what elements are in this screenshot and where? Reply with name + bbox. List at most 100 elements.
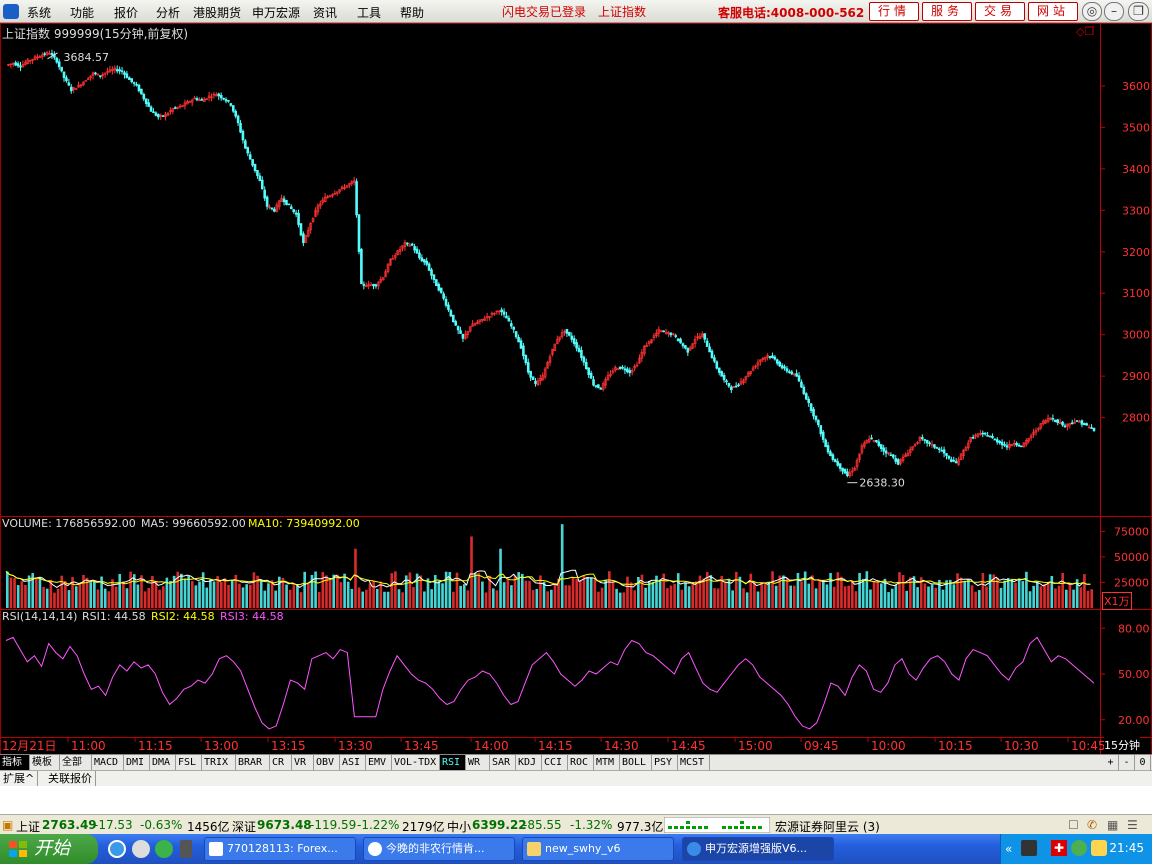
tray-network-icon[interactable]	[1071, 840, 1087, 856]
tab-expand[interactable]: 扩展^	[0, 771, 39, 786]
clock[interactable]: 21:45	[1109, 841, 1144, 855]
menu-quote[interactable]: 报价	[114, 4, 138, 21]
tab-macd[interactable]: MACD	[92, 755, 124, 770]
menu-news[interactable]: 资讯	[313, 4, 337, 21]
menu-tools[interactable]: 工具	[357, 4, 381, 21]
volume-bar	[437, 580, 441, 608]
tab--0[interactable]: 指标	[0, 755, 30, 770]
volume-bar	[426, 578, 430, 608]
candle-body	[425, 260, 428, 265]
nav-quote-button[interactable]: 行情	[869, 2, 919, 21]
tab-boll[interactable]: BOLL	[620, 755, 652, 770]
candle-body	[831, 454, 835, 460]
menu-function[interactable]: 功能	[70, 4, 94, 21]
tab-brar[interactable]: BRAR	[236, 755, 270, 770]
tab-control-remove[interactable]: -	[1119, 755, 1135, 770]
candle-body	[248, 154, 252, 160]
tab-kdj[interactable]: KDJ	[516, 755, 542, 770]
zx-name[interactable]: 中小	[447, 818, 471, 835]
volume-bar	[644, 587, 647, 608]
tab-control-reset[interactable]: 0	[1135, 755, 1151, 770]
tab-psy[interactable]: PSY	[652, 755, 678, 770]
options-icon[interactable]: ◎	[1082, 2, 1102, 21]
tab-obv[interactable]: OBV	[314, 755, 340, 770]
tab-fsl[interactable]: FSL	[176, 755, 202, 770]
tab-trix[interactable]: TRIX	[202, 755, 236, 770]
menu-icon[interactable]: ☰	[1127, 818, 1138, 832]
ie-icon[interactable]	[108, 840, 126, 858]
lock-icon[interactable]: ▦	[1107, 818, 1118, 832]
tab-roc[interactable]: ROC	[568, 755, 594, 770]
chart-canvas[interactable]: 3600 3500 3400 3300 3200 3100 3000 2900 2800 3684…	[0, 23, 1152, 755]
candle-body	[519, 340, 523, 349]
tab-emv[interactable]: EMV	[366, 755, 392, 770]
tab-vr[interactable]: VR	[292, 755, 314, 770]
sh-index-link[interactable]: 上证指数	[598, 3, 646, 20]
minimize-icon[interactable]: –	[1104, 2, 1124, 21]
task-folder[interactable]: new_swhy_v6	[522, 837, 674, 861]
chart-toggle-icon[interactable]: ◇❐	[1076, 25, 1094, 38]
tab-cr[interactable]: CR	[270, 755, 292, 770]
flash-trade-status[interactable]: 闪电交易已登录	[502, 3, 586, 20]
volume-bar	[887, 592, 890, 608]
candle-body	[950, 459, 953, 462]
tab-wr[interactable]: WR	[466, 755, 490, 770]
tab-rsi[interactable]: RSI	[440, 755, 466, 770]
volume-bar	[212, 581, 216, 608]
volume-bar	[890, 588, 894, 608]
tray-antivirus-icon[interactable]: ✚	[1051, 840, 1067, 856]
restore-icon[interactable]: ❐	[1128, 2, 1149, 21]
menu-analysis[interactable]: 分析	[156, 4, 180, 21]
tab-dmi[interactable]: DMI	[124, 755, 150, 770]
tray-shield-icon[interactable]	[1091, 840, 1107, 856]
candle-body	[299, 223, 303, 236]
nav-trade-button[interactable]: 交易	[975, 2, 1025, 21]
tab-cci[interactable]: CCI	[542, 755, 568, 770]
sh-name[interactable]: 上证	[16, 818, 40, 835]
tab-dma[interactable]: DMA	[150, 755, 176, 770]
tab-mcst[interactable]: MCST	[678, 755, 710, 770]
menu-system[interactable]: 系统	[27, 4, 51, 21]
nav-website-button[interactable]: 网站	[1028, 2, 1078, 21]
tray-monitor-icon[interactable]	[1021, 840, 1037, 856]
desktop-icon[interactable]	[132, 840, 150, 858]
browser-icon[interactable]	[155, 840, 173, 858]
volume-bar	[118, 573, 122, 608]
quick-launch-chevron-icon[interactable]	[180, 840, 192, 858]
tab-sar[interactable]: SAR	[490, 755, 516, 770]
signal-icon[interactable]: ✆	[1087, 818, 1097, 832]
menu-help[interactable]: 帮助	[400, 4, 424, 21]
volume-bar	[1006, 578, 1010, 608]
volume-bar	[796, 572, 800, 608]
candle-body	[626, 368, 629, 373]
task-forex[interactable]: 770128113: Forex...	[204, 837, 356, 861]
tab-mtm[interactable]: MTM	[594, 755, 620, 770]
tab-asi[interactable]: ASI	[340, 755, 366, 770]
chart-area[interactable]: 3600 3500 3400 3300 3200 3100 3000 2900 2800 3684…	[0, 23, 1152, 755]
menu-swhy[interactable]: 申万宏源	[252, 4, 300, 21]
tab-control-add[interactable]: +	[1103, 755, 1119, 770]
volume-bar	[673, 583, 676, 608]
note-icon[interactable]: ☐	[1068, 818, 1079, 832]
tab--2[interactable]: 全部	[60, 755, 92, 770]
candle-body	[684, 345, 687, 349]
menu-hk-futures[interactable]: 港股期货	[193, 4, 241, 21]
broker-server[interactable]: 宏源证券阿里云 (3)	[775, 818, 880, 835]
candle-body	[200, 99, 204, 101]
volume-bar	[129, 571, 132, 608]
tray-chevron-icon[interactable]: «	[1005, 842, 1012, 856]
sz-name[interactable]: 深证	[232, 818, 256, 835]
task-nonfarm[interactable]: 今晚的非农行情肯...	[363, 837, 515, 861]
start-button[interactable]: 开始	[0, 834, 98, 864]
tab-related-quote[interactable]: 关联报价	[45, 771, 96, 786]
period-label[interactable]: 15分钟	[1104, 737, 1140, 753]
volume-bar	[350, 588, 354, 608]
nav-service-button[interactable]: 服务	[922, 2, 972, 21]
task-swhy[interactable]: 申万宏源增强版V6...	[682, 837, 834, 861]
tab--1[interactable]: 模板	[30, 755, 60, 770]
volume-bar	[647, 580, 651, 608]
volume-bar	[42, 586, 45, 608]
tab-voltdx[interactable]: VOL-TDX	[392, 755, 440, 770]
candle-body	[157, 114, 160, 118]
alarm-icon[interactable]: ▣	[2, 818, 13, 832]
